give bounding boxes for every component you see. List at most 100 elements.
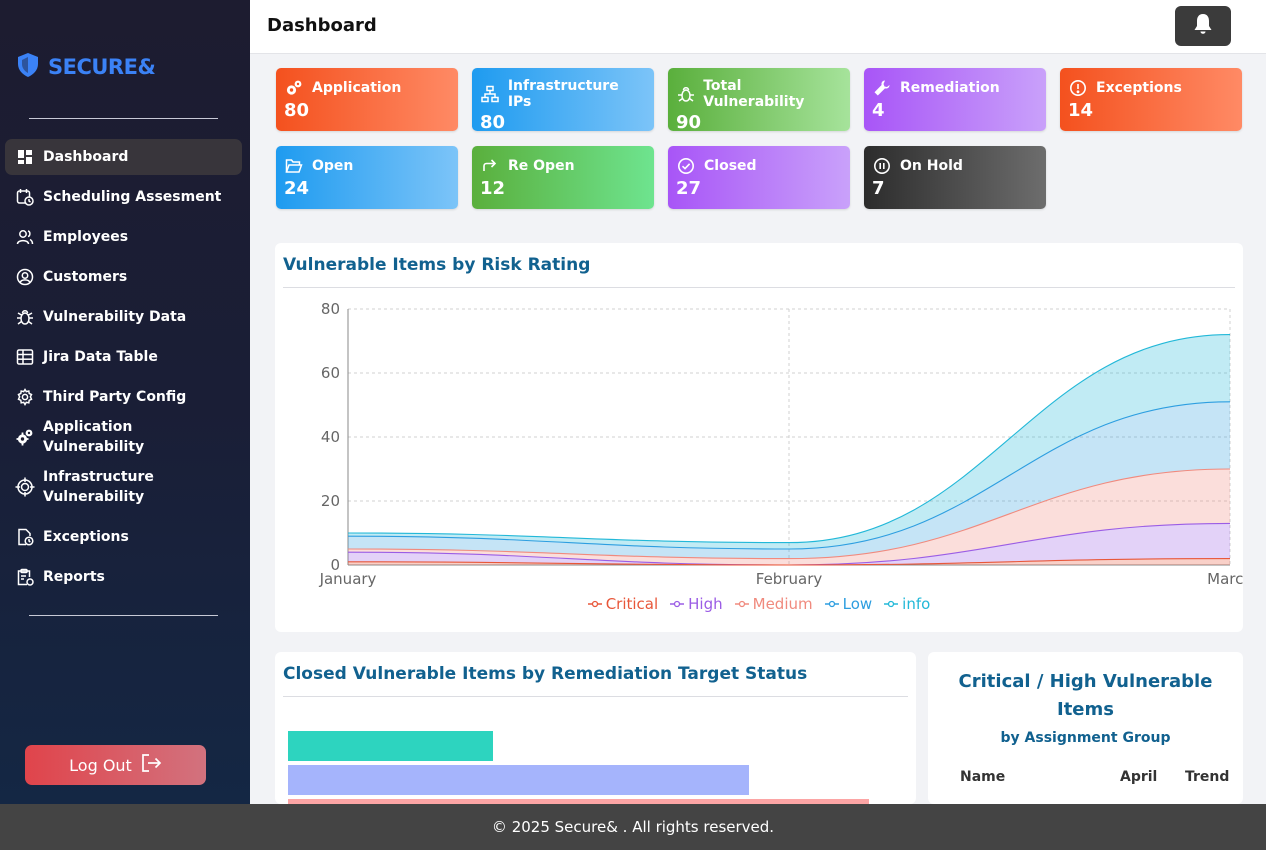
folder-open-icon bbox=[284, 156, 304, 176]
closed-bar[interactable] bbox=[288, 765, 749, 795]
risk-rating-panel: Vulnerable Items by Risk Rating 0 20 40 60 8… bbox=[275, 243, 1243, 632]
sidebar-item-dashboard[interactable]: Dashboard bbox=[5, 139, 242, 175]
sidebar-item-third-party-config[interactable]: Third Party Config bbox=[5, 379, 242, 415]
users-icon bbox=[15, 227, 35, 247]
stat-card-remediation[interactable]: Remediation 4 bbox=[864, 68, 1046, 131]
bug-icon bbox=[676, 84, 695, 104]
stat-card-exceptions[interactable]: Exceptions 14 bbox=[1060, 68, 1242, 131]
sidebar-item-application-vulnerability[interactable]: Application Vulnerability bbox=[5, 419, 242, 455]
crosshair-icon bbox=[15, 477, 35, 497]
sidebar-nav: Dashboard Scheduling Assesment Employees… bbox=[5, 139, 242, 599]
sidebar-item-label: Customers bbox=[43, 269, 128, 285]
x-tick-label: February bbox=[756, 570, 823, 588]
x-tick-label: January bbox=[319, 570, 377, 588]
table-icon bbox=[15, 347, 35, 367]
y-tick-label: 20 bbox=[321, 492, 340, 510]
gear-icon bbox=[15, 387, 35, 407]
sidebar-item-label: Employees bbox=[43, 229, 129, 245]
gears-icon bbox=[15, 427, 35, 447]
gears-icon bbox=[284, 78, 304, 98]
stat-card-value: 80 bbox=[284, 100, 310, 121]
stat-card-label: Exceptions bbox=[1096, 80, 1182, 96]
network-icon bbox=[480, 84, 500, 104]
page-title: Dashboard bbox=[267, 15, 377, 36]
stat-card-label: On Hold bbox=[900, 158, 963, 174]
sidebar-item-label: Jira Data Table bbox=[43, 349, 158, 365]
critical-high-subtitle: by Assignment Group bbox=[1000, 730, 1171, 746]
notifications-button[interactable] bbox=[1175, 6, 1231, 46]
column-header-name[interactable]: Name bbox=[960, 769, 1005, 785]
closed-bar[interactable] bbox=[288, 731, 493, 761]
critical-high-title: Critical / High Vulnerable Items bbox=[958, 671, 1213, 720]
logout-label: Log Out bbox=[69, 755, 132, 775]
reopen-arrow-icon bbox=[480, 156, 500, 176]
risk-rating-chart: 020406080JanuaryFebruaryMarch bbox=[319, 300, 1243, 588]
stat-card-value: 27 bbox=[676, 178, 702, 199]
stat-card-value: 90 bbox=[676, 112, 702, 133]
sidebar-divider-top bbox=[29, 118, 218, 119]
sidebar-divider-bottom bbox=[29, 615, 218, 616]
legend-label: Low bbox=[842, 595, 873, 613]
stat-card-open[interactable]: Open 24 bbox=[276, 146, 458, 209]
stat-card-re-open[interactable]: Re Open 12 bbox=[472, 146, 654, 209]
stat-card-value: 14 bbox=[1068, 100, 1094, 121]
legend-item-medium[interactable]: Medium bbox=[734, 595, 813, 613]
legend-item-critical[interactable]: Critical bbox=[587, 595, 659, 613]
alert-circle-icon bbox=[1068, 78, 1088, 98]
closed-items-chart bbox=[288, 731, 869, 804]
pause-circle-icon bbox=[872, 156, 892, 176]
sidebar-item-customers[interactable]: Customers bbox=[5, 259, 242, 295]
stat-card-label: Total Vulnerability bbox=[703, 78, 805, 110]
stat-card-closed[interactable]: Closed 27 bbox=[668, 146, 850, 209]
stat-card-value: 24 bbox=[284, 178, 310, 199]
bug-icon bbox=[15, 307, 35, 327]
stat-card-value: 7 bbox=[872, 178, 885, 199]
sidebar-item-jira-data-table[interactable]: Jira Data Table bbox=[5, 339, 242, 375]
clipboard-icon bbox=[15, 567, 35, 587]
stat-card-application[interactable]: Application 80 bbox=[276, 68, 458, 131]
sidebar-item-label: Vulnerability Data bbox=[43, 309, 187, 325]
file-clock-icon bbox=[15, 527, 35, 547]
shield-icon bbox=[16, 52, 40, 82]
user-circle-icon bbox=[15, 267, 35, 287]
legend-label: Medium bbox=[752, 595, 813, 613]
calendar-clock-icon bbox=[15, 187, 35, 207]
stat-card-on-hold[interactable]: On Hold 7 bbox=[864, 146, 1046, 209]
legend-label: High bbox=[688, 595, 723, 613]
wrench-icon bbox=[872, 78, 892, 98]
column-header-april[interactable]: April bbox=[1120, 769, 1157, 785]
legend-label: Critical bbox=[605, 595, 659, 613]
stat-card-label: Open bbox=[312, 158, 354, 174]
stat-card-total-vulnerability[interactable]: Total Vulnerability 90 bbox=[668, 68, 850, 133]
legend-item-info[interactable]: info bbox=[884, 595, 930, 613]
sidebar: SECURE& Dashboard Scheduling Assesment E… bbox=[0, 0, 250, 804]
sidebar-item-exceptions[interactable]: Exceptions bbox=[5, 519, 242, 555]
stat-card-value: 12 bbox=[480, 178, 506, 199]
logout-button[interactable]: Log Out bbox=[25, 745, 206, 785]
stat-card-value: 4 bbox=[872, 100, 885, 121]
x-tick-label: March bbox=[1207, 570, 1243, 588]
legend-item-high[interactable]: High bbox=[670, 595, 723, 613]
column-header-trend[interactable]: Trend bbox=[1185, 769, 1229, 785]
closed-items-panel: Closed Vulnerable Items by Remediation T… bbox=[275, 652, 916, 804]
sidebar-item-scheduling[interactable]: Scheduling Assesment bbox=[5, 179, 242, 215]
legend-label: info bbox=[902, 595, 931, 613]
sidebar-item-label: Dashboard bbox=[43, 149, 129, 165]
brand-logo[interactable]: SECURE& bbox=[16, 52, 156, 82]
sidebar-item-vulnerability-data[interactable]: Vulnerability Data bbox=[5, 299, 242, 335]
check-circle-icon bbox=[676, 156, 696, 176]
logout-icon bbox=[140, 753, 162, 777]
stat-card-label: Infrastructure IPs bbox=[507, 78, 619, 110]
sidebar-item-infrastructure-vulnerability[interactable]: Infrastructure Vulnerability bbox=[5, 459, 242, 515]
stat-card-infrastructure-ips[interactable]: Infrastructure IPs 80 bbox=[472, 68, 654, 133]
stat-card-value: 80 bbox=[480, 112, 506, 133]
critical-high-panel: Critical / High Vulnerable Items by Assi… bbox=[928, 652, 1243, 804]
sidebar-item-label: Exceptions bbox=[43, 529, 129, 545]
legend-item-low[interactable]: Low bbox=[824, 595, 873, 613]
sidebar-item-reports[interactable]: Reports bbox=[5, 559, 242, 595]
stat-card-label: Closed bbox=[704, 158, 757, 174]
bell-icon bbox=[1191, 12, 1215, 40]
y-tick-label: 80 bbox=[321, 300, 340, 318]
stat-card-label: Re Open bbox=[508, 158, 575, 174]
sidebar-item-employees[interactable]: Employees bbox=[5, 219, 242, 255]
